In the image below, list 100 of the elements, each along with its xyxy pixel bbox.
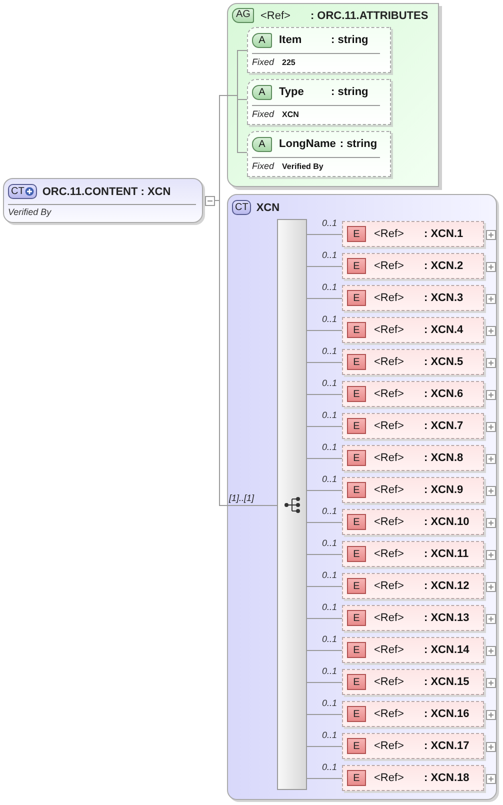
element-node[interactable]: E <Ref> : XCN.13 (342, 605, 484, 631)
element-badge: E (347, 706, 366, 722)
expand-icon[interactable] (486, 710, 496, 720)
expand-icon[interactable] (486, 294, 496, 304)
type-label: : XCN.4 (424, 324, 464, 336)
element-node[interactable]: E <Ref> : XCN.12 (342, 573, 484, 599)
expand-icon[interactable] (486, 326, 496, 336)
expand-icon[interactable] (486, 358, 496, 368)
ref-label: <Ref> (374, 708, 405, 720)
element-node[interactable]: E <Ref> : XCN.7 (342, 413, 484, 439)
element-node[interactable]: E <Ref> : XCN.1 (342, 221, 484, 247)
element-node[interactable]: E <Ref> : XCN.11 (342, 541, 484, 567)
cardinality-label: 0..1 (322, 474, 338, 484)
cardinality-label: 0..1 (322, 538, 338, 548)
attribute-node[interactable]: A LongName : string Fixed Verified By (247, 131, 391, 177)
type-label: : XCN.9 (424, 484, 464, 496)
expand-icon[interactable] (486, 390, 496, 400)
attribute-name: Item (279, 34, 303, 46)
type-label: : XCN.7 (424, 420, 464, 432)
element-badge: E (347, 386, 366, 402)
ref-label: <Ref> (374, 740, 405, 752)
documentation-text: Verified By (8, 207, 52, 217)
ref-label: <Ref> (374, 772, 405, 784)
expand-icon[interactable] (486, 486, 496, 496)
complex-type-node[interactable]: CT ORC.11.CONTENT : XCN Verified By (3, 178, 203, 223)
node-title: XCN (256, 202, 280, 214)
ref-label: <Ref> (374, 612, 405, 624)
cardinality-label: 0..1 (322, 666, 338, 676)
ref-label: <Ref> (374, 292, 405, 304)
element-badge: E (347, 418, 366, 434)
type-label: : XCN.11 (424, 548, 469, 560)
expand-icon[interactable] (486, 742, 496, 752)
expand-icon[interactable] (486, 230, 496, 240)
element-node[interactable]: E <Ref> : XCN.17 (342, 733, 484, 759)
fixed-label: Fixed (252, 57, 274, 67)
attribute-group-badge: AG (232, 8, 254, 23)
fixed-value: 225 (282, 58, 296, 66)
type-label: : XCN.16 (424, 708, 470, 720)
attribute-badge: A (252, 84, 272, 100)
element-node[interactable]: E <Ref> : XCN.3 (342, 285, 484, 311)
attribute-badge: A (252, 32, 272, 48)
ref-label: <Ref> (374, 644, 405, 656)
expand-icon[interactable] (486, 582, 496, 592)
type-label: : XCN.1 (424, 228, 464, 240)
element-node[interactable]: E <Ref> : XCN.15 (342, 669, 484, 695)
expand-icon[interactable] (486, 422, 496, 432)
attribute-node[interactable]: A Type : string Fixed XCN (247, 79, 391, 125)
element-node[interactable]: E <Ref> : XCN.6 (342, 381, 484, 407)
element-node[interactable]: E <Ref> : XCN.5 (342, 349, 484, 375)
ref-label: <Ref> (374, 260, 405, 272)
occurrence-label: [1]..[1] (229, 493, 254, 503)
expand-icon[interactable] (486, 678, 496, 688)
ref-label: <Ref> (374, 452, 405, 464)
element-node[interactable]: E <Ref> : XCN.2 (342, 253, 484, 279)
cardinality-label: 0..1 (322, 762, 338, 772)
type-label: : XCN.5 (424, 356, 464, 368)
expand-icon[interactable] (486, 550, 496, 560)
expand-icon[interactable] (486, 262, 496, 272)
cardinality-label: 0..1 (322, 602, 338, 612)
element-node[interactable]: E <Ref> : XCN.4 (342, 317, 484, 343)
type-label: : string (331, 34, 368, 46)
ref-label: <Ref> (374, 228, 405, 240)
attribute-node[interactable]: A Item : string Fixed 225 (247, 27, 391, 73)
expand-icon[interactable] (486, 614, 496, 624)
element-badge: E (347, 482, 366, 498)
ref-label: <Ref> (374, 580, 405, 592)
type-label: : XCN.6 (424, 388, 464, 400)
type-label: : XCN.10 (424, 516, 470, 528)
element-node[interactable]: E <Ref> : XCN.16 (342, 701, 484, 727)
cardinality-label: 0..1 (322, 282, 338, 292)
cardinality-label: 0..1 (322, 506, 338, 516)
type-label: : XCN.18 (424, 772, 470, 784)
fixed-value: XCN (282, 110, 299, 118)
expand-icon[interactable] (486, 454, 496, 464)
ref-label: <Ref> (374, 388, 405, 400)
element-badge: E (347, 578, 366, 594)
cardinality-label: 0..1 (322, 250, 338, 260)
expand-icon[interactable] (486, 518, 496, 528)
ref-label: <Ref> (260, 10, 292, 22)
type-label: : XCN.15 (424, 676, 470, 688)
type-label: : XCN.8 (424, 452, 464, 464)
attribute-name: LongName (279, 138, 336, 150)
element-badge: E (347, 226, 366, 242)
expand-icon[interactable] (486, 774, 496, 784)
element-badge: E (347, 450, 366, 466)
element-node[interactable]: E <Ref> : XCN.14 (342, 637, 484, 663)
element-node[interactable]: E <Ref> : XCN.10 (342, 509, 484, 535)
element-badge: E (347, 354, 366, 370)
type-label: : XCN.14 (424, 644, 470, 656)
expand-icon[interactable] (486, 646, 496, 656)
cardinality-label: 0..1 (322, 634, 338, 644)
element-badge: E (347, 546, 366, 562)
element-node[interactable]: E <Ref> : XCN.18 (342, 765, 484, 791)
cardinality-label: 0..1 (322, 410, 338, 420)
element-node[interactable]: E <Ref> : XCN.8 (342, 445, 484, 471)
fixed-value: Verified By (282, 162, 324, 170)
element-node[interactable]: E <Ref> : XCN.9 (342, 477, 484, 503)
collapse-icon[interactable] (205, 196, 215, 206)
element-badge: E (347, 674, 366, 690)
fixed-label: Fixed (252, 161, 274, 171)
